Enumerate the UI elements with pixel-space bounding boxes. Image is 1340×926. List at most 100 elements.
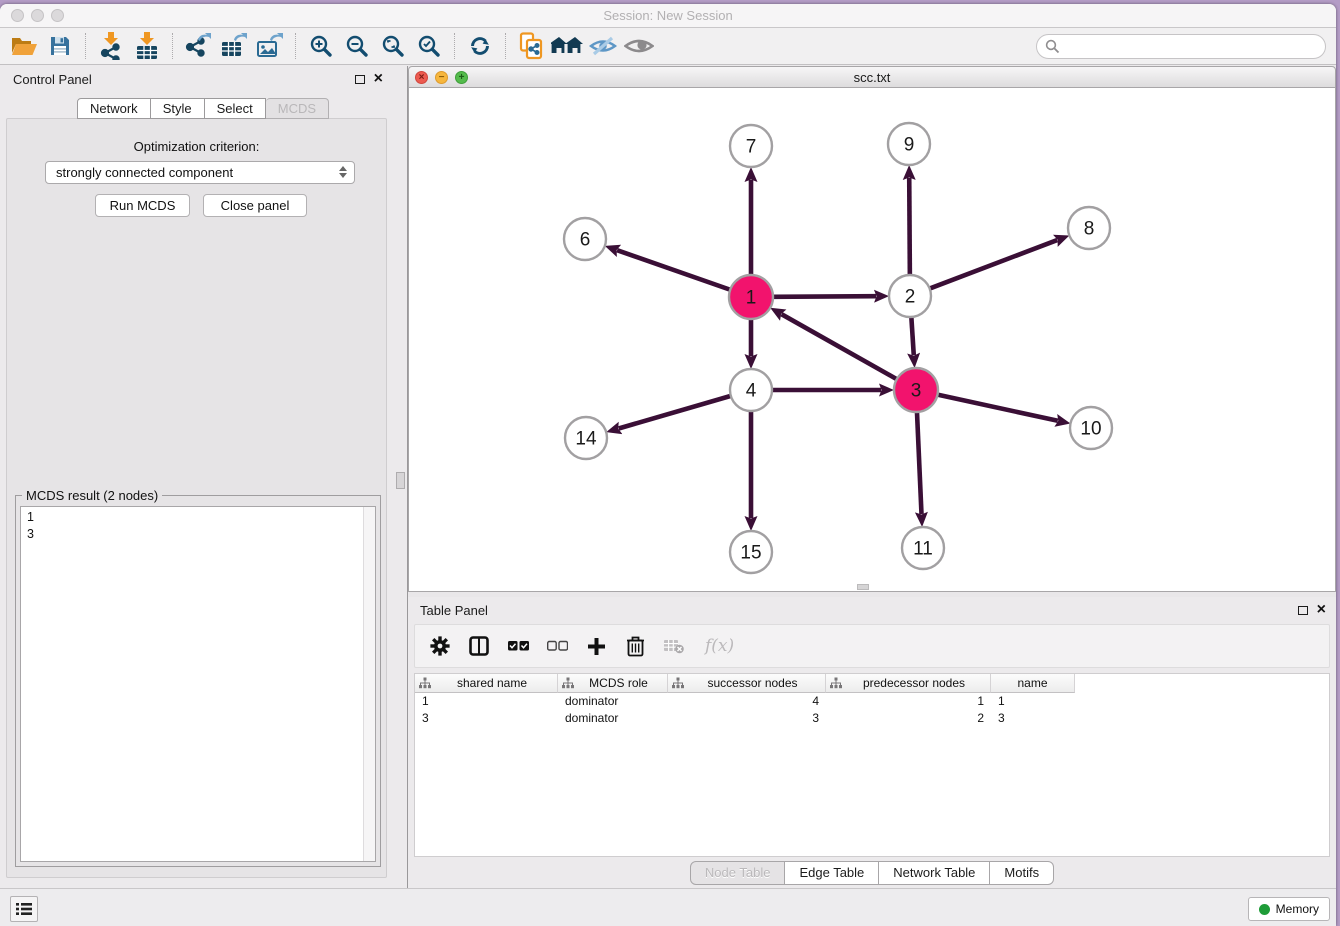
function-builder-button[interactable]: f(x) [705,636,734,656]
criterion-dropdown[interactable]: strongly connected component [45,161,355,184]
graph-edge-2-8[interactable] [930,240,1058,288]
node-table: shared name MCDS role successor nodes pr… [414,673,1330,857]
table-cell[interactable]: dominator [558,710,668,727]
graph-edge-1-6[interactable] [617,250,730,290]
export-table-button[interactable] [216,31,252,61]
close-panel-icon[interactable]: × [374,72,383,86]
duplicate-network-icon [519,32,543,60]
table-settings-button[interactable] [429,634,451,658]
column-header-predecessor-nodes[interactable]: predecessor nodes [826,674,991,693]
table-row[interactable]: 1dominator411 [415,693,1329,710]
tab-network-table[interactable]: Network Table [879,861,990,885]
close-panel-button[interactable]: Close panel [203,194,307,217]
zoom-fit-icon [381,34,405,58]
canvas-scroll-thumb[interactable] [857,584,869,590]
table-cell[interactable]: 4 [668,693,826,710]
column-header-mcds-role[interactable]: MCDS role [558,674,668,693]
network-minimize-button[interactable]: − [435,71,448,84]
unchecked-boxes-icon [547,640,568,652]
close-window-button[interactable] [11,9,24,22]
column-header-shared-name[interactable]: shared name [415,674,558,693]
delete-column-button[interactable] [624,634,646,658]
graph-edge-4-14[interactable] [619,396,731,429]
search-input[interactable] [1065,37,1325,57]
duplicate-network-button[interactable] [513,31,549,61]
float-panel-icon[interactable] [355,75,365,84]
network-window-controls: × − + [415,71,468,84]
tab-network[interactable]: Network [77,98,151,119]
zoom-fit-button[interactable] [375,31,411,61]
save-session-button[interactable] [42,31,78,61]
run-mcds-button[interactable]: Run MCDS [95,194,190,217]
create-column-button[interactable] [585,634,607,658]
float-table-panel-icon[interactable] [1298,606,1308,615]
column-tree-icon [672,677,684,689]
column-header-name[interactable]: name [991,674,1075,693]
network-canvas[interactable]: 7968124314101511 [408,88,1336,592]
export-network-icon [185,33,211,59]
panel-splitter[interactable] [393,66,408,888]
destroy-table-button[interactable] [663,634,685,658]
zoom-in-button[interactable] [303,31,339,61]
import-table-button[interactable] [129,31,165,61]
graph-edge-3-11[interactable] [917,412,922,514]
tab-mcds[interactable]: MCDS [266,98,329,119]
table-toolbar: f(x) [414,624,1330,668]
tab-motifs[interactable]: Motifs [990,861,1054,885]
graph-edge-3-1[interactable] [781,314,896,379]
control-panel-title: Control Panel [13,72,92,87]
tab-edge-table[interactable]: Edge Table [785,861,879,885]
close-table-panel-icon[interactable]: × [1317,603,1326,617]
graph-node-label-4: 4 [746,381,757,402]
zoom-in-icon [309,34,333,58]
graph-node-label-6: 6 [580,230,591,251]
table-cell[interactable]: 1 [415,693,558,710]
minimize-window-button[interactable] [31,9,44,22]
table-row[interactable]: 3dominator323 [415,710,1329,727]
column-header-successor-nodes[interactable]: successor nodes [668,674,826,693]
deselect-all-columns-button[interactable] [546,634,568,658]
show-columns-button[interactable] [468,634,490,658]
import-table-icon [135,32,159,60]
table-panel: Table Panel × [408,597,1336,888]
graph-edge-2-3[interactable] [911,317,913,355]
eye-slash-icon [589,35,617,57]
toolbar-separator [505,33,506,59]
tab-select[interactable]: Select [205,98,266,119]
table-cell[interactable]: 3 [415,710,558,727]
import-network-button[interactable] [93,31,129,61]
open-session-button[interactable] [6,31,42,61]
refresh-button[interactable] [462,31,498,61]
maximize-window-button[interactable] [51,9,64,22]
tab-style[interactable]: Style [151,98,205,119]
table-cell[interactable]: 3 [991,710,1075,727]
hide-selected-button[interactable] [585,31,621,61]
select-all-columns-button[interactable] [507,634,529,658]
network-maximize-button[interactable]: + [455,71,468,84]
table-panel-title: Table Panel [420,603,488,618]
network-graph: 7968124314101511 [409,88,1335,590]
window-titlebar: Session: New Session [0,4,1336,28]
table-cell[interactable]: 2 [826,710,991,727]
export-image-button[interactable] [252,31,288,61]
zoom-out-button[interactable] [339,31,375,61]
table-cell[interactable]: 1 [826,693,991,710]
export-network-button[interactable] [180,31,216,61]
zoom-selected-button[interactable] [411,31,447,61]
tab-node-table[interactable]: Node Table [690,861,786,885]
table-cell[interactable]: dominator [558,693,668,710]
table-cell[interactable]: 1 [991,693,1075,710]
show-all-button[interactable] [621,31,657,61]
graph-node-label-2: 2 [905,287,916,308]
graph-edge-1-2[interactable] [773,296,876,297]
graph-edge-2-9[interactable] [909,178,910,275]
result-scrollbar[interactable] [363,507,375,861]
task-history-button[interactable] [10,896,38,922]
graph-edge-3-10[interactable] [937,395,1057,421]
memory-button[interactable]: Memory [1248,897,1330,921]
search-field[interactable] [1036,34,1326,59]
splitter-handle[interactable] [396,472,405,489]
network-close-button[interactable]: × [415,71,428,84]
first-neighbors-button[interactable] [549,31,585,61]
table-cell[interactable]: 3 [668,710,826,727]
